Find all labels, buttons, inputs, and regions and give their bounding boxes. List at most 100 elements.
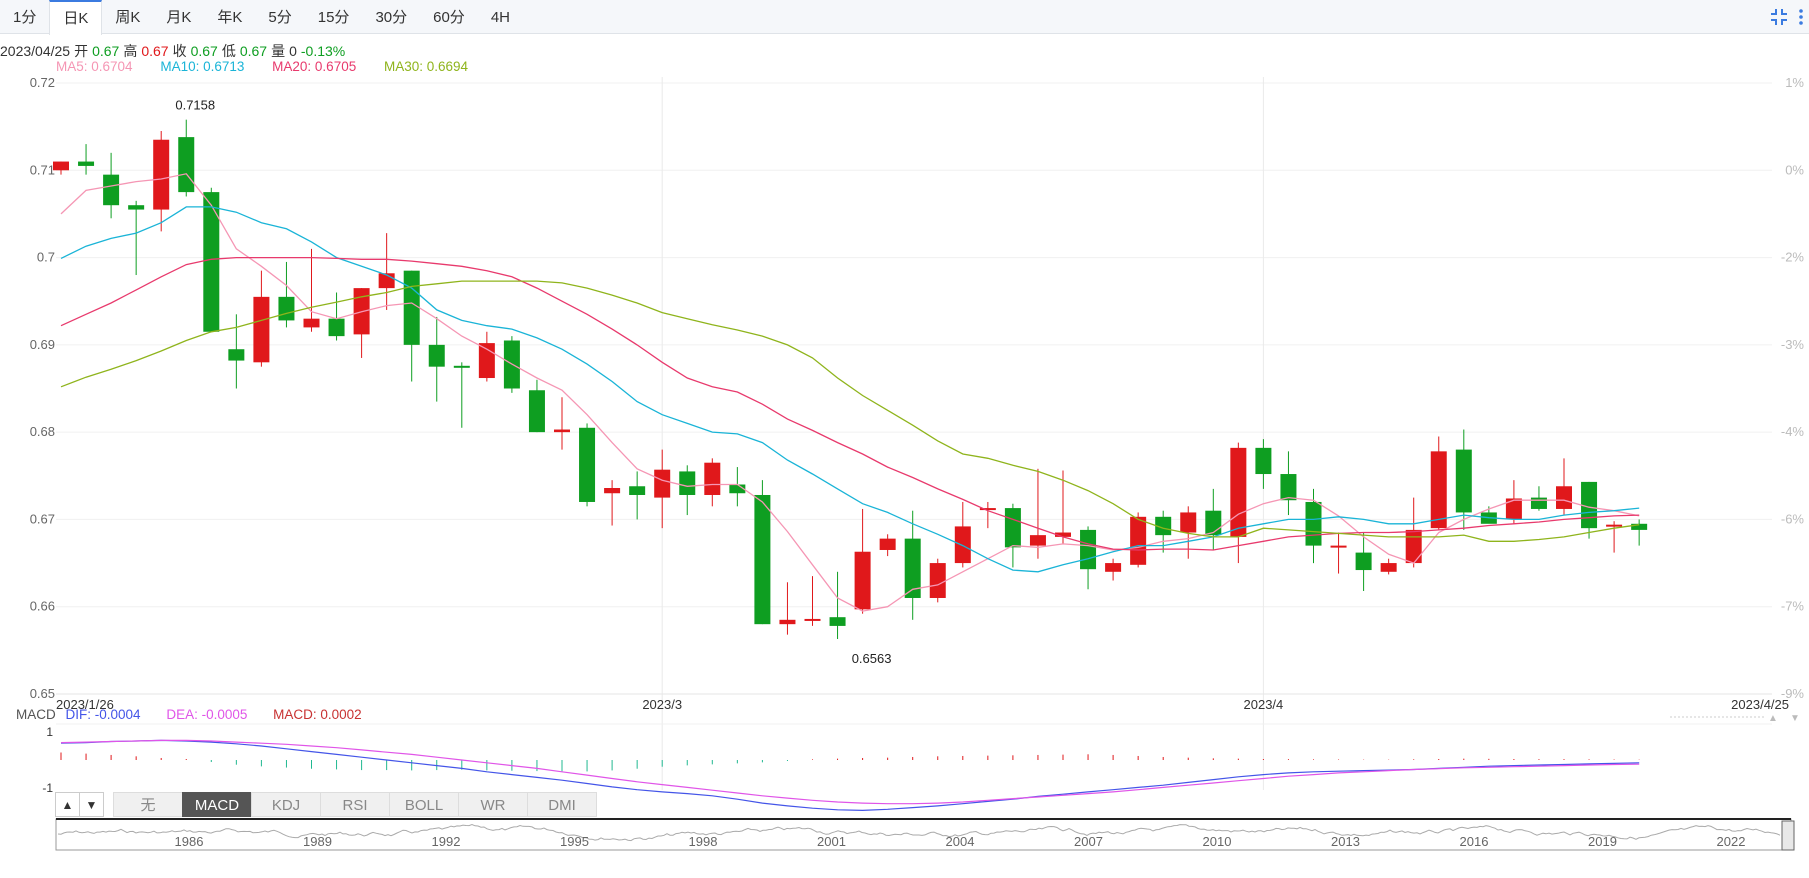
indicator-dmi-button[interactable]: DMI bbox=[527, 792, 597, 817]
candle-body bbox=[554, 429, 570, 433]
candle-body bbox=[303, 318, 320, 328]
candle-body bbox=[704, 462, 721, 495]
candle-body bbox=[78, 161, 95, 166]
right-percent-tick: -4% bbox=[1781, 424, 1805, 439]
candle-body bbox=[779, 619, 796, 625]
candle-body bbox=[253, 296, 270, 363]
candle-body bbox=[478, 343, 495, 379]
candle-body bbox=[1230, 447, 1247, 537]
macd-title: MACD bbox=[16, 707, 56, 722]
candle-body bbox=[1530, 497, 1547, 509]
navigator-year-label: 2019 bbox=[1588, 834, 1617, 849]
indicator-none-button[interactable]: 无 bbox=[113, 792, 183, 817]
macd-value-legend: MACD: 0.0002 bbox=[273, 707, 362, 722]
y-tick-label: 0.7 bbox=[37, 250, 55, 265]
x-tick-label: 2023/4/25 bbox=[1731, 697, 1789, 712]
x-tick-label: 2023/4 bbox=[1244, 697, 1284, 712]
macd-y-tick: 1 bbox=[46, 725, 53, 739]
candle-body bbox=[679, 471, 696, 495]
navigator-year-label: 2001 bbox=[817, 834, 846, 849]
candle-body bbox=[579, 427, 596, 502]
candle-body bbox=[1105, 563, 1122, 572]
candle-body bbox=[278, 296, 295, 321]
right-percent-tick: -2% bbox=[1781, 250, 1805, 265]
candle-body bbox=[604, 488, 621, 494]
indicator-rsi-button[interactable]: RSI bbox=[320, 792, 390, 817]
navigator-year-label: 2016 bbox=[1460, 834, 1489, 849]
candle-body bbox=[1080, 529, 1097, 570]
candle-body bbox=[1130, 516, 1147, 565]
y-tick-label: 0.72 bbox=[30, 75, 55, 90]
ma-line-ma30 bbox=[60, 280, 1640, 542]
price-annotation: 0.7158 bbox=[175, 98, 215, 113]
y-tick-label: 0.66 bbox=[30, 599, 55, 614]
candle-body bbox=[1430, 451, 1447, 529]
navigator-year-label: 1998 bbox=[689, 834, 718, 849]
candle-body bbox=[1255, 447, 1272, 475]
candle-body bbox=[1029, 535, 1046, 546]
dif-legend: DIF: -0.0004 bbox=[65, 707, 141, 722]
candle-body bbox=[754, 494, 771, 625]
candle-body bbox=[203, 192, 220, 332]
y-tick-label: 0.68 bbox=[30, 424, 55, 439]
y-tick-label: 0.69 bbox=[30, 337, 55, 352]
macd-legend: MACD DIF: -0.0004 DEA: -0.0005 MACD: 0.0… bbox=[16, 707, 384, 722]
candle-body bbox=[1305, 501, 1322, 546]
candle-body bbox=[1380, 563, 1397, 572]
right-percent-tick: -6% bbox=[1781, 511, 1805, 526]
y-tick-label: 0.71 bbox=[30, 162, 55, 177]
ma-line-ma20 bbox=[60, 256, 1640, 551]
ma-line-ma5 bbox=[60, 173, 1640, 612]
navigator-year-label: 1995 bbox=[560, 834, 589, 849]
candlestick-chart[interactable]: 0.72 0.71 0.7 0.69 0.68 0.67 0.66 0.65 1% 0% -2% -3… bbox=[0, 0, 1809, 878]
price-annotation: 0.6563 bbox=[852, 651, 892, 666]
navigator-year-label: 2013 bbox=[1331, 834, 1360, 849]
candle-body bbox=[1180, 512, 1197, 533]
candle-body bbox=[328, 318, 345, 337]
dea-legend: DEA: -0.0005 bbox=[166, 707, 248, 722]
candle-body bbox=[654, 469, 671, 498]
ma-line-ma10 bbox=[60, 206, 1640, 573]
candle-body bbox=[1280, 474, 1297, 501]
candle-body bbox=[1455, 449, 1472, 513]
candle-body bbox=[1330, 545, 1347, 548]
macd-expand-icon[interactable]: ▼ bbox=[1790, 713, 1800, 724]
macd-collapse-icon[interactable]: ▲ bbox=[1768, 713, 1778, 724]
candle-body bbox=[128, 205, 145, 210]
candle-body bbox=[1556, 486, 1572, 509]
y-tick-label: 0.67 bbox=[30, 511, 55, 526]
candle-body bbox=[1205, 510, 1222, 536]
y-tick-label: 0.65 bbox=[30, 686, 55, 701]
candle-body bbox=[1355, 552, 1372, 571]
macd-y-tick: -1 bbox=[42, 781, 53, 795]
navigator-year-label: 2004 bbox=[946, 834, 975, 849]
indicator-wr-button[interactable]: WR bbox=[458, 792, 528, 817]
navigator-year-label: 2022 bbox=[1717, 834, 1746, 849]
candle-body bbox=[879, 538, 896, 550]
candle-body bbox=[428, 344, 445, 367]
indicator-kdj-button[interactable]: KDJ bbox=[251, 792, 321, 817]
candle-body bbox=[829, 617, 846, 626]
navigator-year-label: 1989 bbox=[303, 834, 332, 849]
right-percent-tick: 1% bbox=[1785, 75, 1804, 90]
indicator-macd-button[interactable]: MACD bbox=[182, 792, 252, 817]
candle-body bbox=[403, 270, 420, 345]
indicator-toolbar: ▲ ▼ 无 MACD KDJ RSI BOLL WR DMI bbox=[55, 792, 597, 817]
arrow-up-button[interactable]: ▲ bbox=[55, 792, 80, 817]
indicator-boll-button[interactable]: BOLL bbox=[389, 792, 459, 817]
arrow-down-button[interactable]: ▼ bbox=[79, 792, 104, 817]
navigator-year-label: 1992 bbox=[432, 834, 461, 849]
candle-body bbox=[103, 174, 120, 206]
navigator-year-label: 1986 bbox=[175, 834, 204, 849]
candle-body bbox=[228, 349, 245, 361]
candle-body bbox=[178, 137, 195, 193]
candle-body bbox=[854, 551, 871, 610]
right-percent-tick: -3% bbox=[1781, 337, 1805, 352]
candle-body bbox=[153, 139, 170, 210]
candle-body bbox=[1606, 524, 1623, 527]
candle-body bbox=[954, 526, 971, 564]
right-percent-tick: -7% bbox=[1781, 599, 1805, 614]
navigator-handle[interactable] bbox=[1781, 820, 1795, 851]
candle-body bbox=[53, 161, 69, 171]
candle-body bbox=[1405, 529, 1422, 564]
